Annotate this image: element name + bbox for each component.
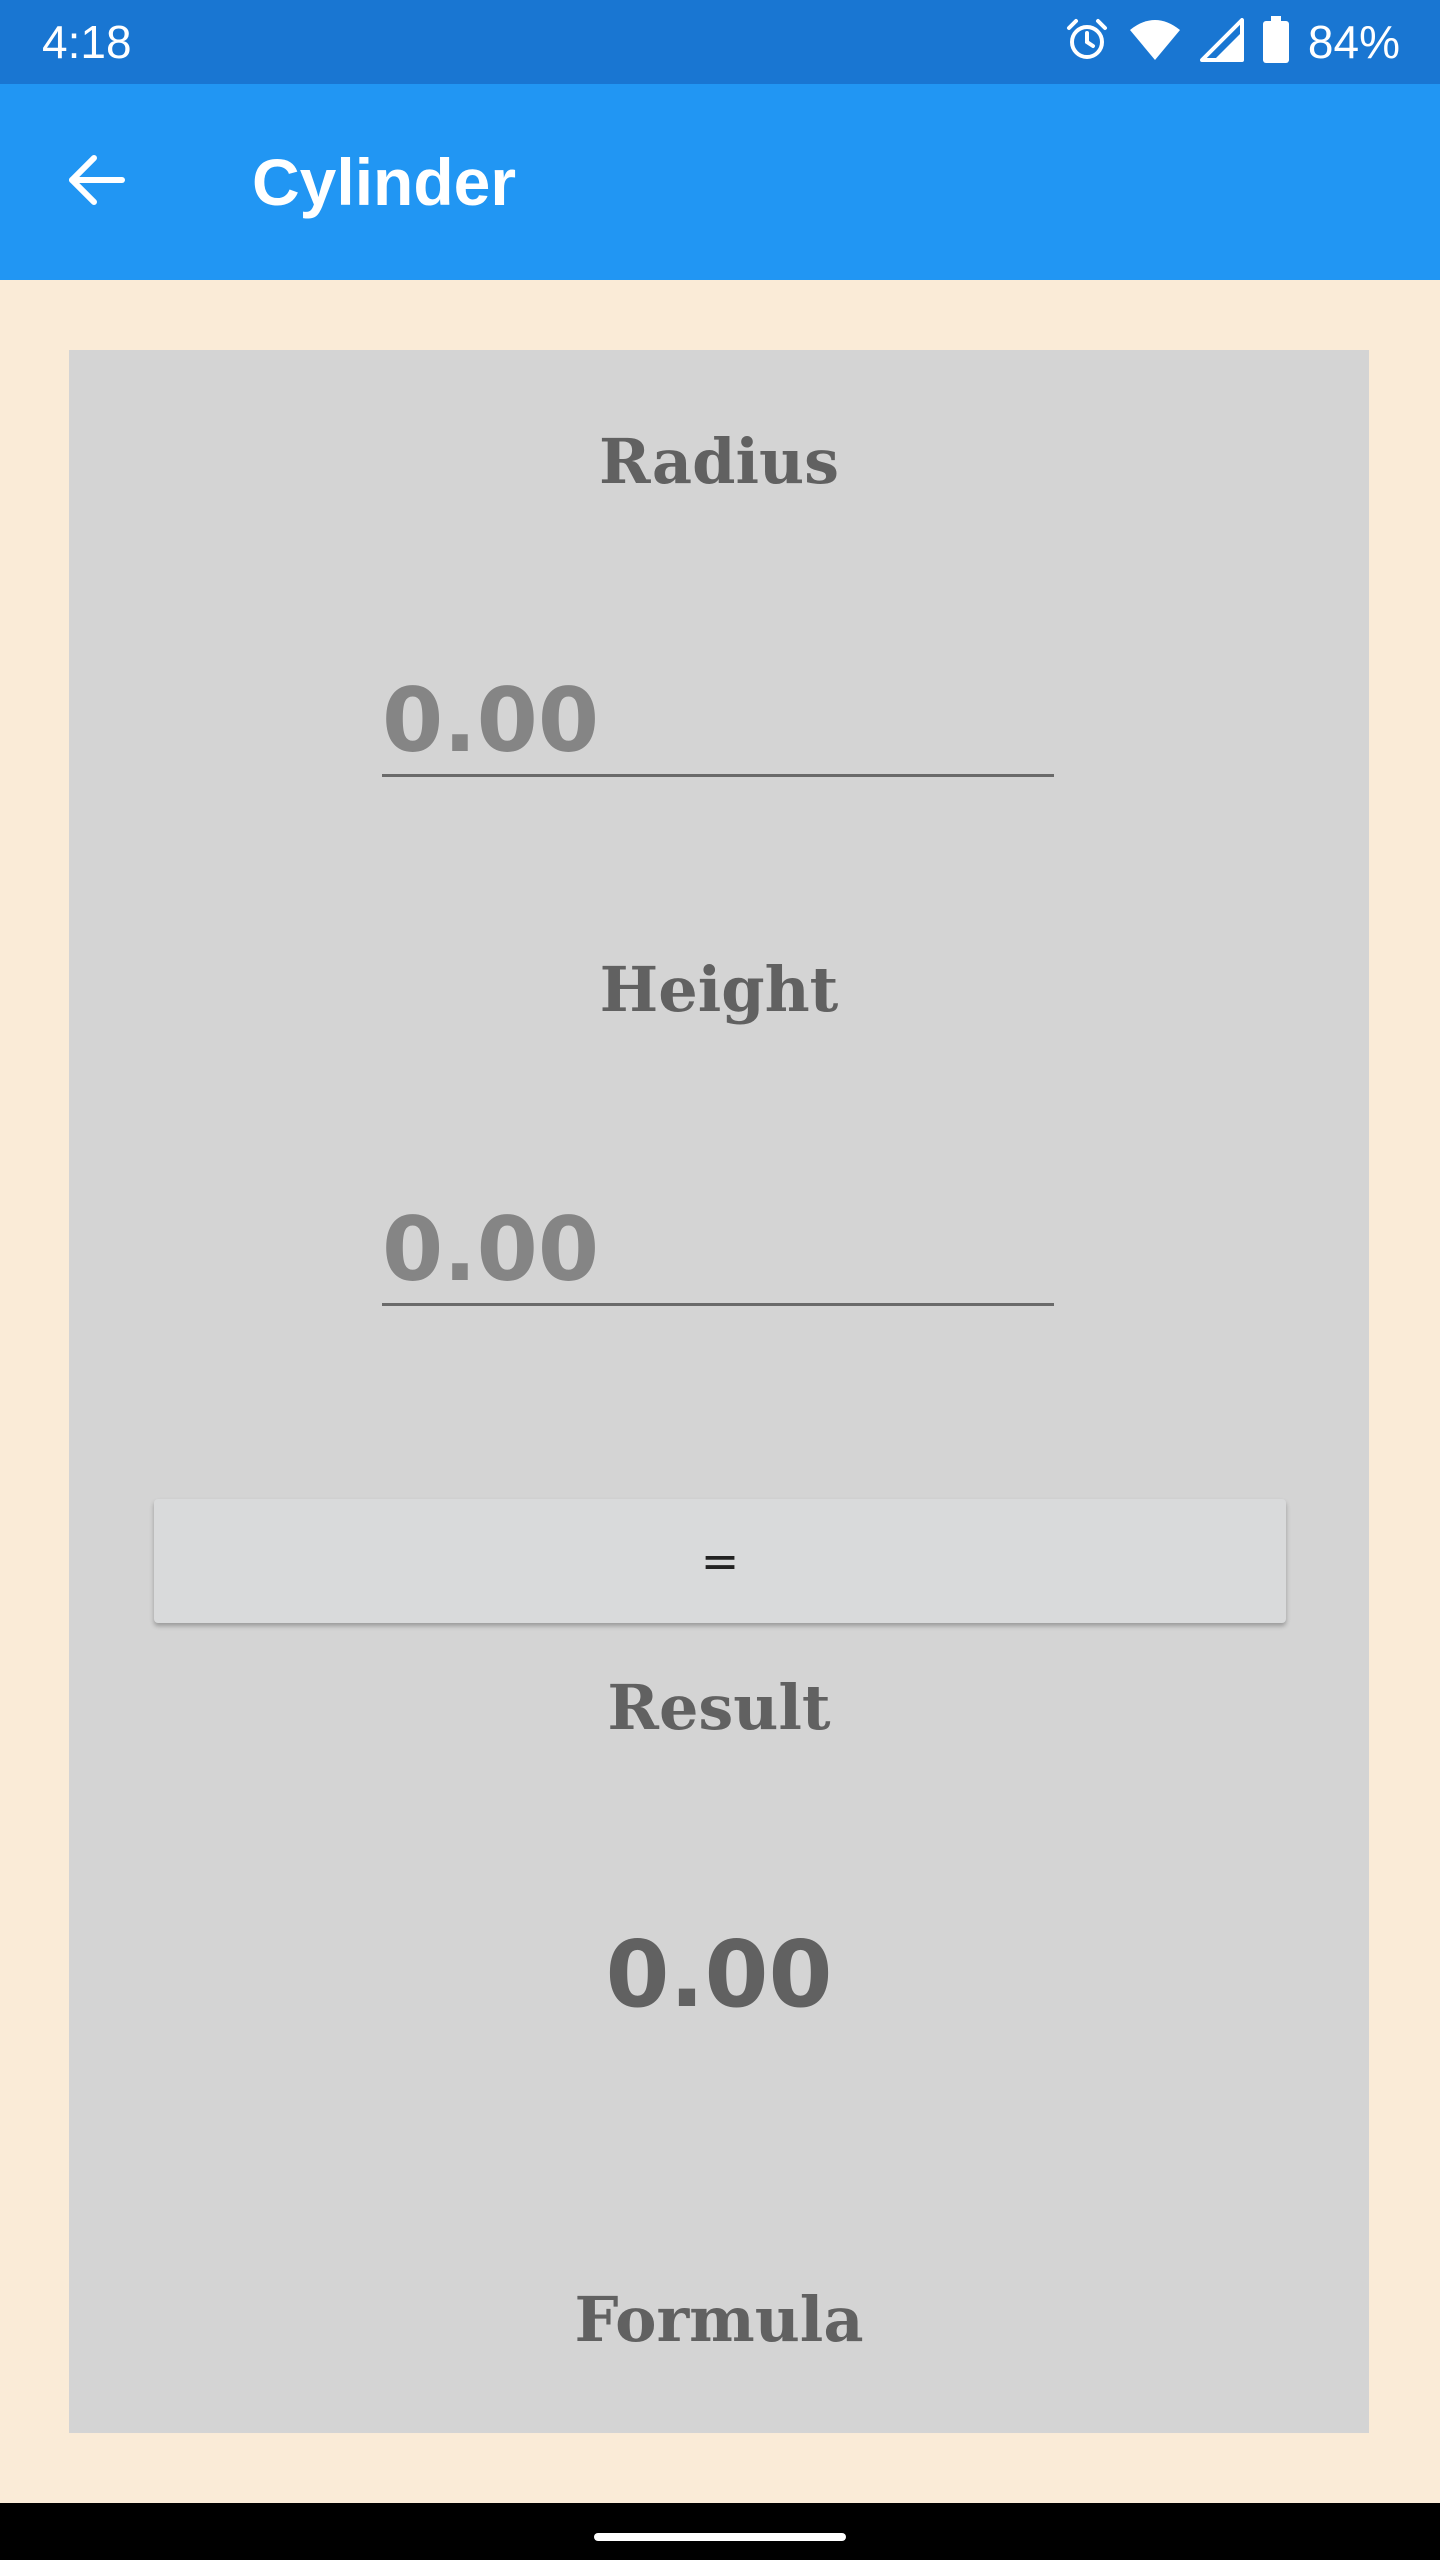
height-input[interactable] (382, 1196, 1054, 1306)
result-value: 0.00 (605, 1921, 833, 2028)
battery-icon (1262, 15, 1290, 69)
radius-input[interactable] (382, 667, 1054, 777)
calculate-button[interactable]: = (154, 1499, 1286, 1623)
screen: 4:18 84% Cylinder Radius 0.00 Height 0.0… (0, 0, 1440, 2560)
page-title: Cylinder (252, 145, 517, 219)
back-button[interactable] (48, 142, 144, 222)
home-gesture-handle[interactable] (594, 2533, 846, 2541)
status-time: 4:18 (42, 16, 132, 68)
status-icons: 84% (1064, 14, 1400, 70)
navigation-bar (0, 2503, 1440, 2560)
status-bar: 4:18 84% (0, 0, 1440, 84)
signal-icon (1199, 17, 1244, 67)
calculator-card: Radius Height = Result 0.00 Formula (69, 350, 1369, 2433)
height-label: Height (599, 953, 839, 1026)
battery-percent: 84% (1307, 16, 1400, 68)
wifi-icon (1128, 18, 1182, 67)
alarm-icon (1064, 17, 1110, 68)
arrow-back-icon (64, 148, 128, 217)
formula-label: Formula (574, 2283, 864, 2356)
app-bar: Cylinder (0, 84, 1440, 280)
result-label: Result (607, 1671, 831, 1744)
radius-label: Radius (598, 425, 839, 498)
